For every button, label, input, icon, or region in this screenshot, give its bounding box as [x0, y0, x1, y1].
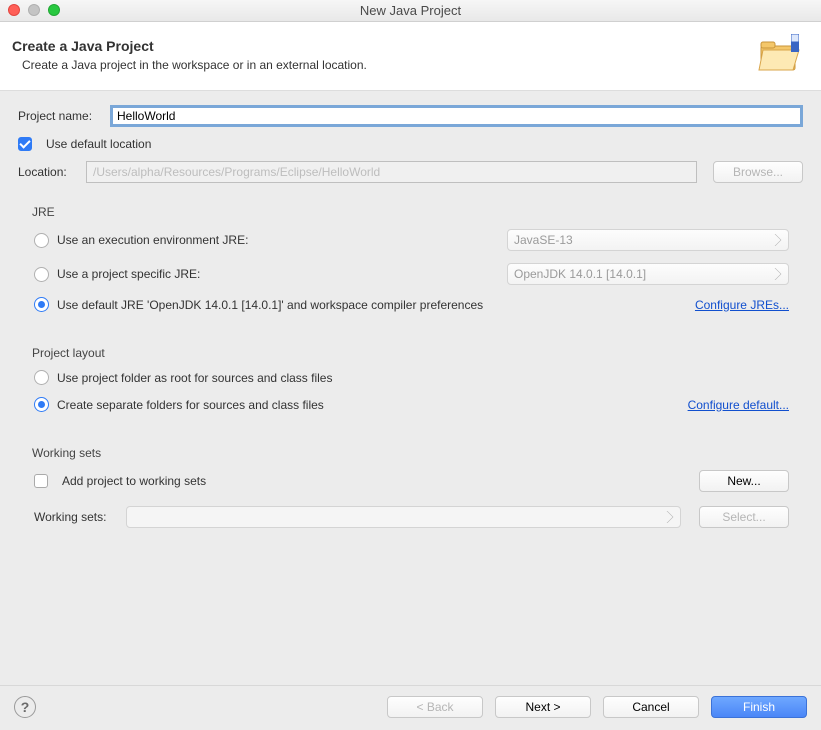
jre-exec-env-label: Use an execution environment JRE:	[57, 233, 507, 247]
jre-project-specific-label: Use a project specific JRE:	[57, 267, 507, 281]
dialog-banner: Create a Java Project Create a Java proj…	[0, 22, 821, 91]
jre-exec-env-radio[interactable]	[34, 233, 49, 248]
layout-separate-radio[interactable]	[34, 397, 49, 412]
working-sets-title: Working sets	[32, 446, 789, 460]
jre-project-specific-select[interactable]: OpenJDK 14.0.1 [14.0.1]	[507, 263, 789, 285]
add-to-working-sets-label: Add project to working sets	[62, 474, 691, 488]
jre-exec-env-select[interactable]: JavaSE-13	[507, 229, 789, 251]
location-input	[86, 161, 697, 183]
working-sets-label: Working sets:	[34, 510, 118, 524]
titlebar: New Java Project	[0, 0, 821, 22]
back-button: < Back	[387, 696, 483, 718]
working-sets-group: Working sets Add project to working sets…	[18, 438, 803, 550]
project-name-label: Project name:	[18, 109, 102, 123]
jre-default-radio[interactable]	[34, 297, 49, 312]
add-to-working-sets-checkbox[interactable]	[34, 474, 48, 488]
jre-default-label: Use default JRE 'OpenJDK 14.0.1 [14.0.1]…	[57, 298, 695, 312]
project-name-input[interactable]	[110, 105, 803, 127]
jre-group-title: JRE	[32, 205, 789, 219]
configure-jres-link[interactable]: Configure JREs...	[695, 298, 789, 312]
layout-root-label: Use project folder as root for sources a…	[57, 371, 332, 385]
banner-subheading: Create a Java project in the workspace o…	[22, 58, 745, 72]
layout-separate-label: Create separate folders for sources and …	[57, 398, 688, 412]
working-sets-new-button[interactable]: New...	[699, 470, 789, 492]
use-default-location-label: Use default location	[46, 137, 151, 151]
minimize-window-button[interactable]	[28, 4, 40, 16]
use-default-location-checkbox[interactable]	[18, 137, 32, 151]
cancel-button[interactable]: Cancel	[603, 696, 699, 718]
next-button[interactable]: Next >	[495, 696, 591, 718]
close-window-button[interactable]	[8, 4, 20, 16]
working-sets-select	[126, 506, 681, 528]
help-icon[interactable]: ?	[14, 696, 36, 718]
project-layout-group: Project layout Use project folder as roo…	[18, 338, 803, 424]
jre-project-specific-radio[interactable]	[34, 267, 49, 282]
working-sets-select-button: Select...	[699, 506, 789, 528]
jre-group: JRE Use an execution environment JRE: Ja…	[18, 197, 803, 324]
configure-default-link[interactable]: Configure default...	[688, 398, 789, 412]
location-label: Location:	[18, 165, 78, 179]
finish-button[interactable]: Finish	[711, 696, 807, 718]
browse-button: Browse...	[713, 161, 803, 183]
window-controls	[8, 4, 60, 16]
project-layout-title: Project layout	[32, 346, 789, 360]
window-title: New Java Project	[0, 3, 821, 18]
banner-heading: Create a Java Project	[12, 38, 745, 54]
layout-root-radio[interactable]	[34, 370, 49, 385]
zoom-window-button[interactable]	[48, 4, 60, 16]
folder-wizard-icon	[755, 32, 805, 78]
